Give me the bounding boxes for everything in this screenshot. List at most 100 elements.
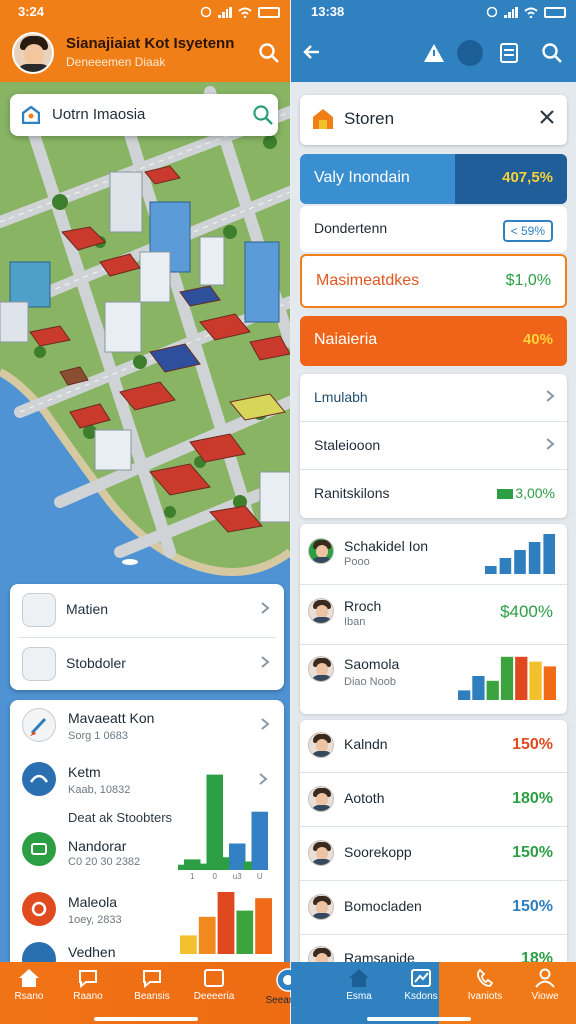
nav-label: Viowe (531, 991, 559, 1002)
leader-name: Soorekopp (344, 844, 412, 860)
menu-item-stobdoler[interactable]: Stobdoler (10, 638, 284, 690)
signal-icon (504, 6, 518, 18)
list-item[interactable]: Bomocladen 150% (300, 882, 567, 936)
house-icon (22, 942, 56, 962)
chevron-right-icon (261, 602, 270, 614)
menu-item-staleiooon[interactable]: Staleiooon (300, 422, 567, 470)
menu-item-lmulabh[interactable]: Lmulabh (300, 374, 567, 422)
chart-tick-label: U (257, 872, 263, 880)
stat-sub: Iban (344, 616, 366, 628)
list-item[interactable]: Rroch Iban $400% (300, 584, 567, 644)
store-title: Storen (344, 109, 395, 128)
nav-item-phone[interactable]: Ivaniots (457, 968, 513, 1002)
nav-item-profile[interactable]: Viowe (517, 968, 573, 1002)
list-item[interactable]: Mavaeatt Kon Sorg 1 0683 (10, 700, 284, 756)
home-icon (349, 969, 369, 987)
bar-chart-growth (485, 534, 555, 574)
home-icon (19, 969, 39, 987)
search-icon[interactable] (258, 42, 280, 64)
list-item[interactable]: Kalndn 150% (300, 720, 567, 774)
menu-item-label: Matien (66, 601, 109, 617)
nav-label: Rsano (14, 991, 44, 1002)
chart-bar (528, 542, 541, 574)
leader-name: Bomocladen (344, 898, 422, 914)
nav-label: Ksdons (404, 991, 438, 1002)
leader-name: Aototh (344, 790, 385, 806)
person-icon (22, 762, 56, 796)
chart-bar (251, 811, 268, 870)
chart-bar (529, 661, 542, 700)
nav-label: Esma (346, 991, 372, 1002)
close-icon[interactable] (539, 109, 555, 125)
avatar[interactable] (12, 32, 54, 74)
chart-bar (472, 676, 485, 700)
chart-bar (217, 892, 235, 954)
menu-item-matien[interactable]: Matien (10, 584, 284, 636)
chart-bar (198, 916, 216, 954)
status-time: 3:24 (18, 4, 45, 19)
list-item[interactable]: Soorekopp 150% (300, 828, 567, 882)
nav-item-documents[interactable]: Deeeeria (186, 968, 242, 1002)
chart-bar (221, 857, 230, 870)
stat-value: $400% (500, 602, 553, 621)
search-icon[interactable] (252, 104, 274, 126)
store-card[interactable]: Storen (300, 95, 567, 145)
row-value: $1,0% (505, 272, 551, 289)
nav-label: Ivaniots (467, 991, 503, 1002)
bottom-nav-left: Rsano Raano Beansis Deeeeria Seeanens (0, 962, 311, 1024)
chart-bar (229, 843, 246, 870)
map-search-input[interactable]: Uotrn Imaosia (52, 106, 145, 123)
menu-card: Lmulabh Staleiooon Ranitskilons 3,00% (300, 374, 567, 518)
chart-bar (243, 861, 252, 870)
avatar (308, 840, 334, 866)
chevron-right-icon (261, 656, 270, 668)
divider (300, 826, 567, 827)
menu-item-ranitskilons[interactable]: Ranitskilons 3,00% (300, 470, 567, 518)
nav-item-messages[interactable]: Beansis (124, 968, 180, 1002)
leader-value: 150% (512, 736, 553, 753)
person-sub: Kaab, 10832 (68, 784, 131, 796)
alert-icon[interactable] (423, 42, 445, 64)
chevron-right-icon (261, 718, 270, 730)
detail-row-naiaieria[interactable]: Naiaieria 40% (300, 316, 567, 366)
avatar (308, 732, 334, 758)
nav-item-chat[interactable]: Raano (60, 968, 116, 1002)
menu-item-label: Lmulabh (314, 389, 368, 405)
nav-item-home[interactable]: Esma (331, 968, 387, 1002)
stat-name: Rroch (344, 598, 382, 614)
avatar (308, 656, 334, 682)
highlight-value: 407,5% (502, 169, 553, 186)
back-arrow-icon[interactable] (303, 43, 321, 61)
person-icon (535, 968, 555, 988)
highlight-row[interactable]: Valy Inondain 407,5% (300, 154, 567, 204)
row-label: Masimeatdkes (316, 272, 420, 289)
signal-icon (218, 6, 232, 18)
map-search-bar[interactable]: Uotrn Imaosia (10, 94, 278, 136)
row-label: Naiaieria (314, 331, 378, 348)
app-header: Sianajiaiat Kot Isyetenn Deneeemen Diaak (0, 24, 290, 82)
chart-bar (515, 656, 528, 700)
chart-bar (543, 666, 556, 700)
document-icon[interactable] (499, 42, 519, 64)
profile-icon[interactable] (457, 40, 483, 66)
nav-label: Deeeeria (193, 991, 235, 1002)
menu-item-label: Stobdoler (66, 655, 126, 671)
menu-item-value: 3,00% (497, 485, 555, 501)
map-pane: 3:24 Sianajiaiat Kot Isyetenn Deneeemen … (0, 0, 290, 1024)
person-sub: C0 20 30 2382 (68, 856, 141, 868)
status-bar-left: 3:24 (0, 0, 290, 24)
chart-bar (500, 656, 514, 700)
person-sub: Sorg 1 0683 (68, 730, 128, 742)
detail-row-masimeatdkes[interactable]: Masimeatdkes $1,0% (300, 254, 567, 308)
chart-tick-label: 0 (213, 872, 218, 880)
list-item[interactable]: Aototh 180% (300, 774, 567, 828)
person-name: Maleola (68, 894, 118, 910)
search-icon[interactable] (541, 42, 563, 64)
nav-item-stats[interactable]: Ksdons (393, 968, 449, 1002)
chart-bar (236, 910, 254, 954)
calendar-icon (204, 969, 224, 987)
divider (300, 934, 567, 935)
detail-row-dondertenn[interactable]: Dondertenn < 59% (300, 206, 567, 252)
nav-item-home[interactable]: Rsano (1, 968, 57, 1002)
battery-icon (258, 6, 280, 18)
